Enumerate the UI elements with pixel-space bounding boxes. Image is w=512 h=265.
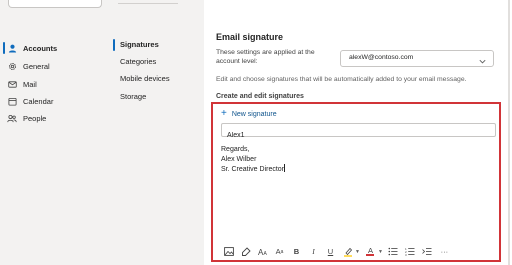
nav-item-people[interactable]: People [7, 110, 46, 126]
subnav-header-divider [118, 0, 178, 4]
nav-item-accounts[interactable]: Accounts [7, 40, 57, 56]
plus-icon: + [221, 108, 227, 119]
new-signature-label: New signature [231, 110, 277, 118]
subnav-item-mobile-devices[interactable]: Mobile devices [120, 73, 170, 85]
nav-item-label: General [23, 61, 50, 71]
subnav-item-signatures[interactable]: Signatures [120, 39, 159, 51]
chevron-down-icon[interactable]: ▼ [378, 249, 383, 255]
subnav-item-categories[interactable]: Categories [120, 56, 156, 68]
format-painter-icon[interactable] [239, 246, 252, 258]
account-select-value: alexW@contoso.com [349, 54, 414, 61]
search-settings-box[interactable] [8, 0, 102, 8]
gear-icon [7, 61, 17, 71]
signature-line: Regards, [221, 146, 250, 153]
nav-item-calendar[interactable]: Calendar [7, 93, 53, 109]
account-level-label: These settings are applied at the accoun… [216, 49, 315, 65]
subnav-selection-indicator [113, 39, 115, 51]
formatting-toolbar: AA Aa B I U ▼ A ▼ 1 2 3 ··· [222, 245, 455, 258]
signature-line: Sr. Creative Director [221, 164, 496, 175]
page-title: Email signature [216, 32, 284, 42]
italic-button[interactable]: I [307, 246, 320, 258]
font-color-icon[interactable]: A [364, 246, 377, 258]
text-cursor [284, 164, 286, 172]
new-signature-button[interactable]: + New signature [221, 108, 277, 120]
font-color-glyph: A [367, 246, 373, 256]
chevron-down-icon [478, 53, 487, 64]
settings-nav: Accounts General Mail Calendar People [0, 0, 112, 265]
font-icon[interactable]: AA [256, 246, 269, 258]
signature-line: Alex Wilber [221, 155, 257, 163]
insert-image-icon[interactable] [222, 246, 235, 258]
highlight-icon[interactable] [341, 246, 354, 258]
nav-item-general[interactable]: General [7, 58, 50, 74]
mail-icon [7, 79, 17, 89]
people-icon [7, 113, 17, 123]
bullet-list-icon[interactable] [387, 246, 400, 258]
scrollbar-thumb[interactable] [508, 0, 510, 265]
more-options-icon[interactable]: ··· [438, 246, 451, 258]
nav-item-label: Mail [23, 79, 37, 89]
account-select[interactable]: alexW@contoso.com [340, 50, 494, 67]
signature-name-field[interactable] [221, 123, 496, 142]
svg-text:A: A [263, 251, 267, 256]
signature-description: Edit and choose signatures that will be … [216, 76, 467, 83]
svg-text:3: 3 [405, 253, 407, 256]
indent-icon[interactable] [421, 246, 434, 258]
chevron-down-icon[interactable]: ▼ [355, 249, 360, 255]
signature-name-input[interactable] [222, 129, 487, 142]
underline-button[interactable]: U [324, 246, 337, 258]
calendar-icon [7, 96, 17, 106]
signature-editor-highlight: + New signature Regards, Alex Wilber Sr.… [211, 102, 501, 262]
bold-button[interactable]: B [290, 246, 303, 258]
numbered-list-icon[interactable]: 123 [404, 246, 417, 258]
signature-line-text: Sr. Creative Director [221, 166, 285, 173]
scrollbar[interactable] [506, 0, 512, 265]
section-heading: Create and edit signatures [216, 93, 304, 100]
person-icon [7, 43, 17, 53]
subnav-item-storage[interactable]: Storage [120, 91, 146, 103]
accounts-subnav: Signatures Categories Mobile devices Sto… [112, 0, 204, 265]
font-size-icon[interactable]: Aa [273, 246, 286, 258]
signature-settings-pane: Email signature These settings are appli… [204, 0, 506, 265]
nav-item-label: People [23, 113, 47, 123]
nav-item-label: Calendar [23, 96, 54, 106]
nav-item-mail[interactable]: Mail [7, 76, 37, 92]
nav-selection-indicator [3, 42, 5, 54]
nav-item-label: Accounts [23, 43, 58, 53]
settings-window: Accounts General Mail Calendar People Si… [0, 0, 512, 265]
signature-body-editor[interactable]: Regards, Alex Wilber Sr. Creative Direct… [221, 145, 496, 240]
